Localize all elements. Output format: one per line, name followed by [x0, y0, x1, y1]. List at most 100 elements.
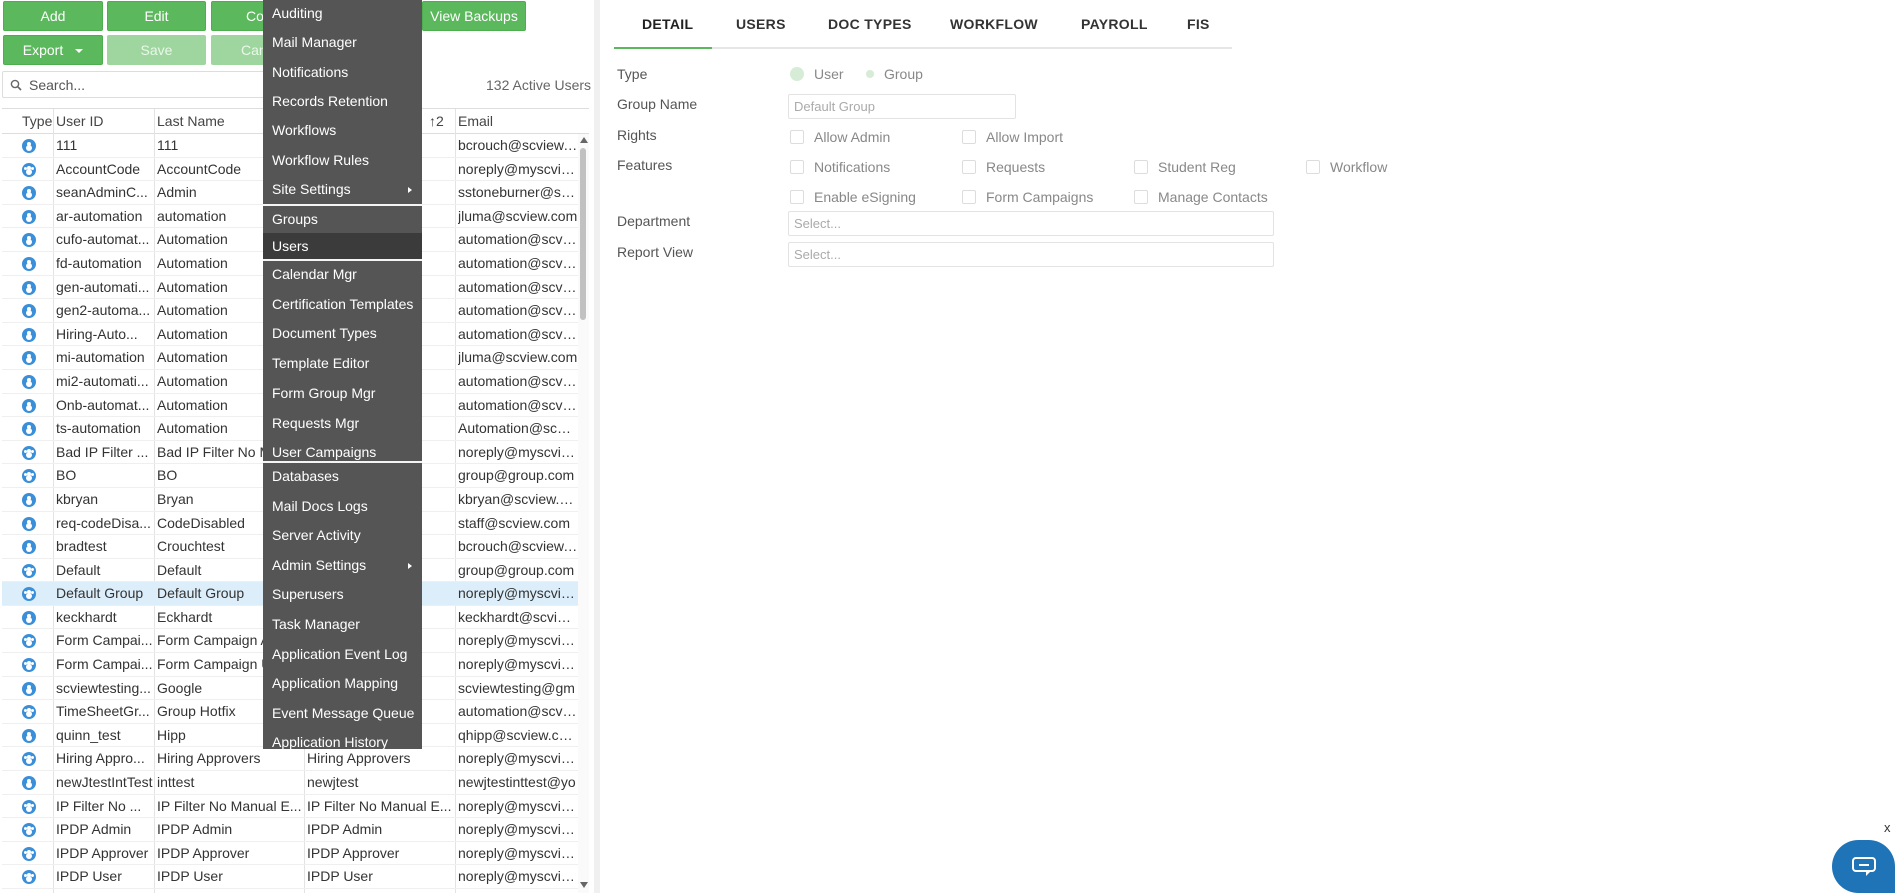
- workflow-label: Workflow: [1330, 159, 1388, 175]
- cell-user-id: AccountCode: [56, 160, 141, 177]
- menu-item-template-editor[interactable]: Template Editor: [263, 350, 422, 376]
- tab-doc-types[interactable]: DOC TYPES: [828, 16, 912, 32]
- allow-admin-checkbox[interactable]: Allow Admin: [790, 129, 890, 145]
- menu-item-databases[interactable]: Databases: [263, 463, 422, 489]
- menu-item-workflow-rules[interactable]: Workflow Rules: [263, 147, 422, 173]
- edit-button[interactable]: Edit: [107, 1, 206, 31]
- form-campaigns-checkbox[interactable]: Form Campaigns: [962, 189, 1093, 205]
- menu-divider: [263, 461, 422, 463]
- search-input[interactable]: [27, 76, 257, 94]
- save-button[interactable]: Save: [107, 35, 206, 65]
- table-row[interactable]: IP Filter No ... IP Filter No Manual E...…: [2, 795, 578, 819]
- notifications-checkbox[interactable]: Notifications: [790, 159, 890, 175]
- table-row[interactable]: newJtestIntTest inttest newjtest newjtestin…: [2, 771, 578, 795]
- table-row[interactable]: IPDP User IPDP User IPDP User noreply@myscv…: [2, 865, 578, 889]
- column-header-last-name[interactable]: Last Name: [157, 113, 225, 129]
- menu-item-event-message-queue[interactable]: Event Message Queue: [263, 700, 422, 726]
- cancel-button[interactable]: Can: [211, 35, 271, 65]
- menu-item-mail-manager[interactable]: Mail Manager: [263, 29, 422, 55]
- menu-item-label: Workflow Rules: [272, 151, 369, 168]
- cell-email: noreply@myscview: [458, 797, 578, 814]
- pane-splitter[interactable]: [594, 0, 600, 893]
- grid-scrollbar[interactable]: [578, 134, 589, 893]
- cell-user-id: 111: [56, 137, 78, 153]
- export-button[interactable]: Export: [3, 35, 103, 65]
- cell-user-id: scviewtesting...: [56, 679, 151, 696]
- cell-user-id: ts-automation: [56, 420, 141, 437]
- menu-item-certification-templates[interactable]: Certification Templates: [263, 291, 422, 317]
- cell-email: automation@scview: [458, 325, 578, 342]
- enable-esigning-checkbox[interactable]: Enable eSigning: [790, 189, 916, 205]
- add-button[interactable]: Add: [3, 1, 103, 31]
- scrollbar-thumb[interactable]: [580, 148, 586, 320]
- checkbox-icon: [1306, 160, 1320, 174]
- cell-user-id: Default: [56, 561, 101, 578]
- column-header-email[interactable]: Email: [458, 113, 493, 129]
- menu-item-requests-mgr[interactable]: Requests Mgr: [263, 410, 422, 436]
- menu-item-records-retention[interactable]: Records Retention: [263, 88, 422, 114]
- menu-item-workflows[interactable]: Workflows: [263, 117, 422, 143]
- cell-last-name: IP Filter No Manual E...: [157, 797, 302, 814]
- group-icon: [22, 658, 36, 673]
- requests-checkbox[interactable]: Requests: [962, 159, 1045, 175]
- menu-item-admin-settings[interactable]: Admin Settings: [263, 552, 422, 578]
- report-view-select[interactable]: Select...: [788, 242, 1274, 267]
- cell-user-id: IP Filter No ...: [56, 797, 142, 814]
- tab-payroll[interactable]: PAYROLL: [1081, 16, 1148, 32]
- scroll-down-icon[interactable]: [580, 882, 588, 888]
- department-select[interactable]: Select...: [788, 211, 1274, 236]
- column-header-type[interactable]: Type: [22, 113, 52, 129]
- menu-item-label: User Campaigns: [272, 444, 377, 461]
- cell-email: automation@scview: [458, 396, 578, 413]
- allow-import-checkbox[interactable]: Allow Import: [962, 129, 1063, 145]
- table-row[interactable]: IPDP Approver IPDP Approver IPDP Approver n…: [2, 842, 578, 866]
- menu-item-task-manager[interactable]: Task Manager: [263, 611, 422, 637]
- menu-item-document-types[interactable]: Document Types: [263, 320, 422, 346]
- menu-item-mail-docs-logs[interactable]: Mail Docs Logs: [263, 493, 422, 519]
- cell-user-id: Hiring-Auto...: [56, 325, 138, 342]
- chevron-right-icon: [408, 562, 412, 569]
- menu-item-auditing[interactable]: Auditing: [263, 0, 422, 26]
- cell-email: noreply@myscview: [458, 160, 578, 177]
- menu-item-label: Mail Manager: [272, 34, 357, 51]
- type-radio-user[interactable]: User: [790, 66, 844, 82]
- chat-close-button[interactable]: x: [1884, 820, 1891, 835]
- menu-item-application-mapping[interactable]: Application Mapping: [263, 670, 422, 696]
- chat-launcher-button[interactable]: [1832, 840, 1895, 893]
- menu-item-calendar-mgr[interactable]: Calendar Mgr: [263, 261, 422, 287]
- menu-item-application-event-log[interactable]: Application Event Log: [263, 641, 422, 667]
- tab-users[interactable]: USERS: [736, 16, 786, 32]
- menu-item-form-group-mgr[interactable]: Form Group Mgr: [263, 380, 422, 406]
- view-backups-button[interactable]: View Backups: [422, 1, 526, 31]
- cell-user-id: keckhardt: [56, 608, 117, 625]
- cell-email: bcrouch@scview.co: [458, 538, 578, 555]
- tab-fis[interactable]: FIS: [1187, 16, 1210, 32]
- cell-email: qhipp@scview.com: [458, 726, 578, 743]
- group-icon: [22, 799, 36, 814]
- type-radio-group[interactable]: Group: [866, 66, 923, 82]
- group-icon: [22, 870, 36, 885]
- active-tab-indicator: [614, 47, 712, 49]
- menu-item-notifications[interactable]: Notifications: [263, 59, 422, 85]
- table-row[interactable]: IPDP Admin IPDP Admin IPDP Admin noreply@my…: [2, 818, 578, 842]
- group-name-field[interactable]: Default Group: [788, 94, 1016, 119]
- student-reg-checkbox[interactable]: Student Reg: [1134, 159, 1236, 175]
- menu-item-users[interactable]: Users: [263, 233, 422, 260]
- menu-item-groups[interactable]: Groups: [263, 206, 422, 232]
- workflow-checkbox[interactable]: Workflow: [1306, 159, 1387, 175]
- cell-user-id: gen2-automa...: [56, 302, 151, 319]
- menu-item-server-activity[interactable]: Server Activity: [263, 522, 422, 548]
- menu-item-application-history[interactable]: Application History: [263, 729, 422, 755]
- cell-email: sstoneburner@scvi: [458, 184, 578, 201]
- column-header-user-id[interactable]: User ID: [56, 113, 103, 129]
- checkbox-icon: [790, 160, 804, 174]
- copy-button[interactable]: Co: [211, 1, 271, 31]
- scroll-up-icon[interactable]: [580, 137, 588, 143]
- tab-workflow[interactable]: WORKFLOW: [950, 16, 1038, 32]
- tab-detail[interactable]: DETAIL: [642, 16, 693, 32]
- menu-item-superusers[interactable]: Superusers: [263, 581, 422, 607]
- menu-item-site-settings[interactable]: Site Settings: [263, 176, 422, 202]
- checkbox-icon: [790, 190, 804, 204]
- requests-label: Requests: [986, 159, 1046, 175]
- manage-contacts-checkbox[interactable]: Manage Contacts: [1134, 189, 1268, 205]
